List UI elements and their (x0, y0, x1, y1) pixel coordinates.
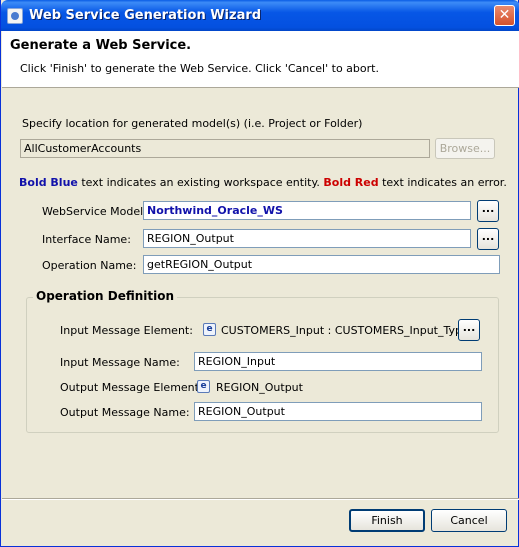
wizard-header: Generate a Web Service. Click 'Finish' t… (2, 31, 519, 88)
title-bar[interactable]: Web Service Generation Wizard ✕ (1, 0, 519, 31)
element-icon: e (203, 323, 216, 336)
interface-name-label: Interface Name: (42, 233, 131, 246)
footer-separator (2, 498, 519, 500)
page-title: Generate a Web Service. (10, 38, 192, 53)
interface-browse-button[interactable]: ... (477, 228, 499, 250)
interface-name-field[interactable]: REGION_Output (143, 229, 471, 248)
close-icon: ✕ (498, 7, 511, 23)
input-name-field[interactable]: REGION_Input (194, 352, 482, 371)
ws-model-field[interactable]: Northwind_Oracle_WS (143, 201, 471, 220)
input-name-label: Input Message Name: (60, 356, 180, 369)
ws-model-browse-button[interactable]: ... (477, 200, 499, 222)
location-label: Specify location for generated model(s) … (22, 117, 363, 130)
finish-button[interactable]: Finish (349, 509, 425, 532)
legend-bold-red: Bold Red (323, 176, 379, 189)
legend-blue-desc: text indicates an existing workspace ent… (77, 176, 324, 189)
legend-red-desc: text indicates an error. (378, 176, 507, 189)
operation-definition-title: Operation Definition (33, 289, 178, 303)
operation-name-label: Operation Name: (42, 259, 137, 272)
window-title: Web Service Generation Wizard (29, 8, 262, 23)
output-element-label: Output Message Element: (60, 381, 203, 394)
app-icon (7, 8, 23, 24)
input-element-label: Input Message Element: (60, 324, 193, 337)
input-element-value: CUSTOMERS_Input : CUSTOMERS_Input_Type (221, 324, 469, 337)
output-name-label: Output Message Name: (60, 406, 190, 419)
cancel-button[interactable]: Cancel (431, 509, 507, 532)
page-subtitle: Click 'Finish' to generate the Web Servi… (20, 62, 379, 75)
browse-button[interactable]: Browse... (435, 138, 495, 159)
element-icon: e (197, 380, 210, 393)
operation-name-field[interactable]: getREGION_Output (143, 255, 500, 274)
input-element-browse-button[interactable]: ... (458, 319, 480, 341)
ws-model-label: WebService Model: (42, 205, 147, 218)
legend-text: Bold Blue text indicates an existing wor… (19, 176, 507, 189)
location-field[interactable]: AllCustomerAccounts (20, 139, 430, 158)
close-button[interactable]: ✕ (494, 5, 515, 26)
legend-bold-blue: Bold Blue (19, 176, 78, 189)
output-element-value: REGION_Output (216, 381, 303, 394)
output-name-field[interactable]: REGION_Output (194, 402, 482, 421)
wizard-window: Web Service Generation Wizard ✕ Generate… (0, 0, 519, 547)
